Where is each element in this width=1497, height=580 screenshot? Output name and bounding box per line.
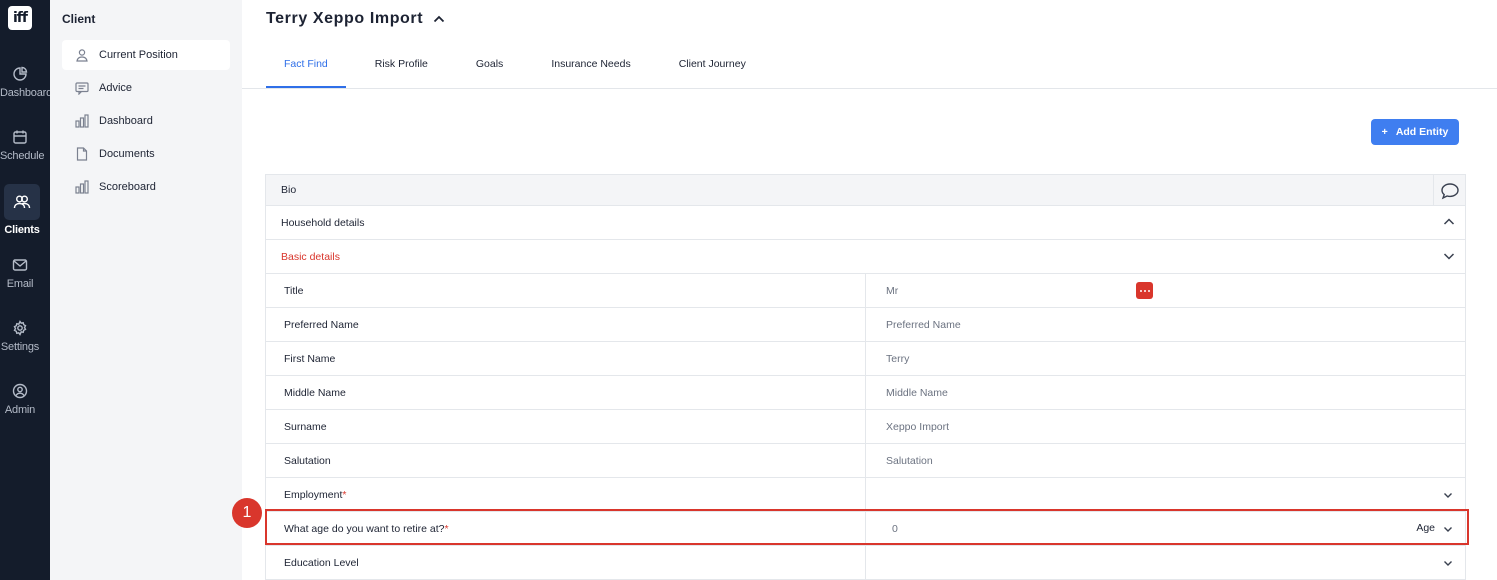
users-icon <box>13 195 31 209</box>
mail-icon <box>12 259 28 271</box>
comment-button[interactable] <box>1433 175 1465 206</box>
field-row-first-name: First Name Terry <box>266 342 1465 376</box>
person-icon <box>76 49 88 62</box>
sidebar-item-advice[interactable]: Advice <box>62 73 230 103</box>
calendar-icon <box>13 130 27 144</box>
sidebar-item-label: Scoreboard <box>99 181 156 193</box>
nav-clients[interactable]: Clients <box>2 184 42 236</box>
basic-details-section[interactable]: Basic details <box>266 240 1465 274</box>
chevron-down-icon[interactable] <box>1443 250 1455 262</box>
app-logo[interactable]: iff <box>8 6 32 30</box>
nav-dashboard-label: Dashboard <box>0 87 53 99</box>
nav-settings-label: Settings <box>0 341 40 353</box>
nav-clients-label: Clients <box>4 224 40 236</box>
surname-field[interactable]: Xeppo Import <box>866 410 1465 443</box>
field-row-middle-name: Middle Name Middle Name <box>266 376 1465 410</box>
chevron-up-icon[interactable] <box>433 15 445 23</box>
gear-icon <box>13 320 27 336</box>
title-field[interactable]: Mr <box>866 274 1465 307</box>
salutation-field[interactable]: Salutation <box>866 444 1465 477</box>
sidebar-item-label: Advice <box>99 82 133 94</box>
first-name-field[interactable]: Terry <box>866 342 1465 375</box>
client-sidebar: Client Current Position Advice Dashboard… <box>50 0 242 580</box>
client-name: Terry Xeppo Import <box>266 10 424 27</box>
tab-risk-profile[interactable]: Risk Profile <box>346 52 446 88</box>
field-row-salutation: Salutation Salutation <box>266 444 1465 478</box>
field-label: Title <box>266 274 866 307</box>
bar-chart-icon <box>75 114 89 128</box>
tab-bar: Fact Find Risk Profile Goals Insurance N… <box>266 52 764 88</box>
tab-insurance-needs[interactable]: Insurance Needs <box>521 52 648 88</box>
bar-chart-icon <box>75 180 89 194</box>
plus-icon: + <box>1381 126 1388 138</box>
tab-fact-find[interactable]: Fact Find <box>266 52 346 88</box>
step-badge: 1 <box>232 498 262 528</box>
field-label: Education Level <box>266 546 866 579</box>
more-options-icon[interactable] <box>1136 282 1153 299</box>
education-level-select[interactable] <box>866 546 1465 579</box>
chevron-down-icon <box>1444 493 1452 498</box>
field-label: Employment * <box>266 478 866 511</box>
nav-dashboard[interactable]: Dashboard <box>0 66 53 116</box>
field-row-title: Title Mr <box>266 274 1465 308</box>
field-label: Preferred Name <box>266 308 866 341</box>
step-highlight-box <box>265 509 1469 545</box>
add-entity-button[interactable]: + Add Entity <box>1371 119 1459 145</box>
page-title[interactable]: Terry Xeppo Import <box>266 10 445 28</box>
chevron-up-icon[interactable] <box>1443 216 1455 228</box>
field-label: Middle Name <box>266 376 866 409</box>
field-label: Salutation <box>266 444 866 477</box>
required-marker: * <box>342 488 347 501</box>
sidebar-title: Client <box>62 12 96 26</box>
field-label: Surname <box>266 410 866 443</box>
field-label: First Name <box>266 342 866 375</box>
employment-label: Employment <box>284 488 343 501</box>
sidebar-item-label: Current Position <box>99 49 178 61</box>
nav-settings[interactable]: Settings <box>0 320 40 370</box>
tab-goals[interactable]: Goals <box>446 52 521 88</box>
user-circle-icon <box>12 383 28 399</box>
nav-schedule-label: Schedule <box>0 150 45 162</box>
nav-email-label: Email <box>6 278 34 290</box>
chevron-down-icon <box>1444 561 1452 566</box>
field-row-education-level: Education Level <box>266 546 1465 580</box>
document-icon <box>76 147 88 161</box>
add-entity-label: Add Entity <box>1395 126 1449 138</box>
household-details-section[interactable]: Household details <box>266 206 1465 240</box>
nav-email[interactable]: Email <box>0 257 40 307</box>
basic-details-title: Basic details <box>281 250 340 263</box>
sidebar-item-current-position[interactable]: Current Position <box>62 40 230 70</box>
sidebar-item-documents[interactable]: Documents <box>62 139 230 169</box>
nav-schedule[interactable]: Schedule <box>0 129 45 179</box>
bio-header: Bio <box>266 175 1465 206</box>
message-icon <box>75 82 89 95</box>
household-details-title: Household details <box>281 216 365 229</box>
nav-rail: iff Dashboard Schedule Clients Email Set… <box>0 0 53 580</box>
sidebar-item-scoreboard[interactable]: Scoreboard <box>62 172 230 202</box>
tab-divider <box>242 88 1497 89</box>
nav-admin-label: Admin <box>4 404 36 416</box>
preferred-name-field[interactable]: Preferred Name <box>866 308 1465 341</box>
tab-client-journey[interactable]: Client Journey <box>649 52 764 88</box>
field-row-preferred-name: Preferred Name Preferred Name <box>266 308 1465 342</box>
comment-icon <box>1440 182 1459 199</box>
middle-name-field[interactable]: Middle Name <box>866 376 1465 409</box>
sidebar-item-label: Dashboard <box>99 115 153 127</box>
sidebar-item-dashboard[interactable]: Dashboard <box>62 106 230 136</box>
bio-title: Bio <box>281 184 297 196</box>
sidebar-item-label: Documents <box>99 148 155 160</box>
field-row-employment: Employment * <box>266 478 1465 512</box>
employment-select[interactable] <box>866 478 1465 511</box>
field-row-surname: Surname Xeppo Import <box>266 410 1465 444</box>
pie-chart-icon <box>13 66 28 81</box>
nav-admin[interactable]: Admin <box>0 383 40 433</box>
title-value: Mr <box>886 284 899 297</box>
